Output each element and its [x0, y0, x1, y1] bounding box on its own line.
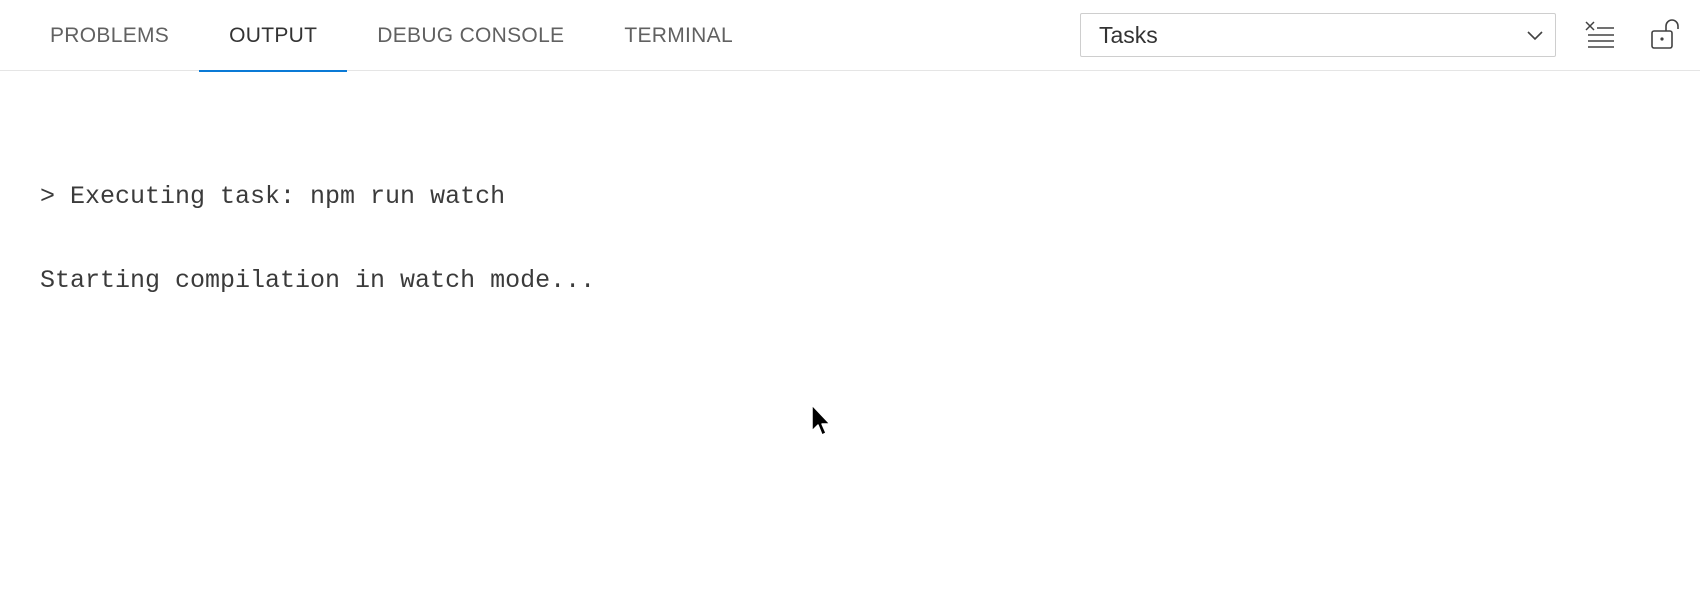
- tab-terminal[interactable]: TERMINAL: [594, 0, 763, 71]
- chevron-down-icon: [1515, 13, 1555, 57]
- tab-problems-label: PROBLEMS: [50, 23, 170, 47]
- mouse-pointer-icon: [810, 403, 836, 439]
- tab-debug-console-label: DEBUG CONSOLE: [377, 23, 565, 47]
- output-panel: PROBLEMS OUTPUT DEBUG CONSOLE TERMINAL T…: [0, 0, 1700, 600]
- tab-output[interactable]: OUTPUT: [199, 0, 348, 72]
- unlock-scroll-icon: [1650, 18, 1680, 55]
- output-line: > Executing task: npm run watch: [40, 182, 506, 211]
- output-line: Starting compilation in watch mode...: [40, 266, 596, 295]
- output-content[interactable]: > Executing task: npm run watch Starting…: [0, 72, 1700, 600]
- tab-problems[interactable]: PROBLEMS: [0, 0, 199, 71]
- panel-header: PROBLEMS OUTPUT DEBUG CONSOLE TERMINAL T…: [0, 0, 1700, 72]
- output-channel-value: Tasks: [1099, 21, 1158, 48]
- clear-output-button[interactable]: [1582, 18, 1618, 54]
- tab-output-label: OUTPUT: [229, 23, 318, 47]
- tab-terminal-label: TERMINAL: [624, 23, 733, 47]
- tab-debug-console[interactable]: DEBUG CONSOLE: [347, 0, 594, 71]
- panel-tabs: PROBLEMS OUTPUT DEBUG CONSOLE TERMINAL: [0, 0, 763, 72]
- clear-output-icon: [1584, 19, 1616, 54]
- lock-scroll-button[interactable]: [1647, 18, 1683, 54]
- output-channel-select[interactable]: Tasks: [1080, 13, 1556, 57]
